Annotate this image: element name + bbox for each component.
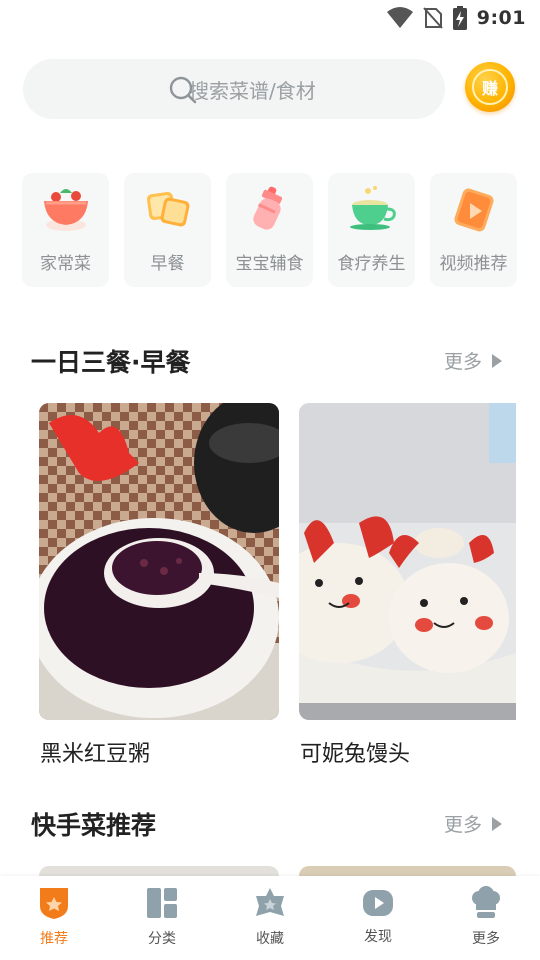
- category-item-home-cooking[interactable]: 家常菜: [22, 173, 109, 287]
- discover-play-icon: [363, 890, 393, 916]
- category-item-food-therapy[interactable]: 食疗养生: [328, 173, 415, 287]
- more-link-breakfast[interactable]: 更多: [444, 347, 503, 374]
- recipe-title: 可妮兔馒头: [300, 742, 411, 767]
- section-title-breakfast: 一日三餐·早餐: [31, 348, 191, 377]
- category-item-breakfast[interactable]: 早餐: [124, 173, 211, 287]
- nav-item-more[interactable]: 更多: [451, 884, 521, 954]
- more-link-quick-dishes[interactable]: 更多: [444, 810, 503, 837]
- chef-hat-icon: [472, 886, 500, 918]
- earn-coin-label: 赚: [481, 79, 498, 98]
- category-label: 宝宝辅食: [235, 254, 304, 274]
- category-icon: [147, 888, 177, 918]
- nav-label: 收藏: [256, 931, 284, 947]
- search-placeholder: 搜索菜谱/食材: [189, 78, 316, 103]
- nav-label: 更多: [472, 931, 500, 947]
- recipe-card-bunny-buns[interactable]: 可妮兔馒头: [299, 403, 539, 767]
- no-sim-icon: [422, 7, 443, 29]
- favorite-icon: [256, 888, 284, 916]
- bunny-buns-photo: [299, 403, 516, 720]
- search-bar[interactable]: 搜索菜谱/食材: [23, 59, 445, 119]
- category-item-baby-food[interactable]: 宝宝辅食: [226, 173, 313, 287]
- wifi-icon: [386, 7, 413, 28]
- category-label: 家常菜: [40, 254, 91, 274]
- battery-charging-icon: [452, 6, 467, 30]
- category-label: 视频推荐: [439, 254, 508, 274]
- recommend-icon: [40, 888, 68, 919]
- status-icons: 9:01: [386, 6, 526, 30]
- category-label: 食疗养生: [337, 254, 406, 274]
- nav-label: 推荐: [40, 931, 68, 947]
- nav-label: 发现: [364, 929, 392, 945]
- nav-item-favorites[interactable]: 收藏: [235, 884, 305, 954]
- section-title-quick-dishes: 快手菜推荐: [31, 811, 157, 840]
- recipe-image: [39, 403, 279, 720]
- status-time: 9:01: [476, 7, 526, 29]
- nav-label: 分类: [148, 931, 176, 947]
- recipe-image: [299, 403, 516, 720]
- category-item-video[interactable]: 视频推荐: [430, 173, 517, 287]
- nav-item-discover[interactable]: 发现: [343, 884, 413, 954]
- chevron-right-icon: [492, 816, 503, 831]
- status-bar: 9:01: [0, 0, 540, 36]
- category-label: 早餐: [150, 254, 185, 274]
- more-label: 更多: [444, 351, 483, 373]
- more-label: 更多: [444, 814, 483, 836]
- porridge-photo: [39, 403, 279, 720]
- bottom-nav: 推荐 分类 收藏 发现 更多: [0, 876, 540, 960]
- chevron-right-icon: [492, 353, 503, 368]
- toast-icon: [146, 191, 190, 227]
- video-play-icon: [454, 188, 494, 232]
- tea-cup-icon: [350, 186, 396, 230]
- nav-item-category[interactable]: 分类: [127, 884, 197, 954]
- recipe-card-black-rice-porridge[interactable]: 黑米红豆粥: [39, 403, 279, 767]
- nav-item-recommend[interactable]: 推荐: [19, 884, 89, 954]
- salad-bowl-icon: [44, 189, 88, 231]
- baby-bottle-icon: [253, 186, 283, 230]
- category-grid: 家常菜 早餐 宝宝辅食 食疗养生 视频推荐: [22, 173, 540, 289]
- recipe-title: 黑米红豆粥: [40, 742, 151, 767]
- earn-coin-icon: 赚: [472, 69, 508, 105]
- search-icon: [169, 76, 197, 104]
- earn-coin-button[interactable]: 赚: [465, 62, 515, 112]
